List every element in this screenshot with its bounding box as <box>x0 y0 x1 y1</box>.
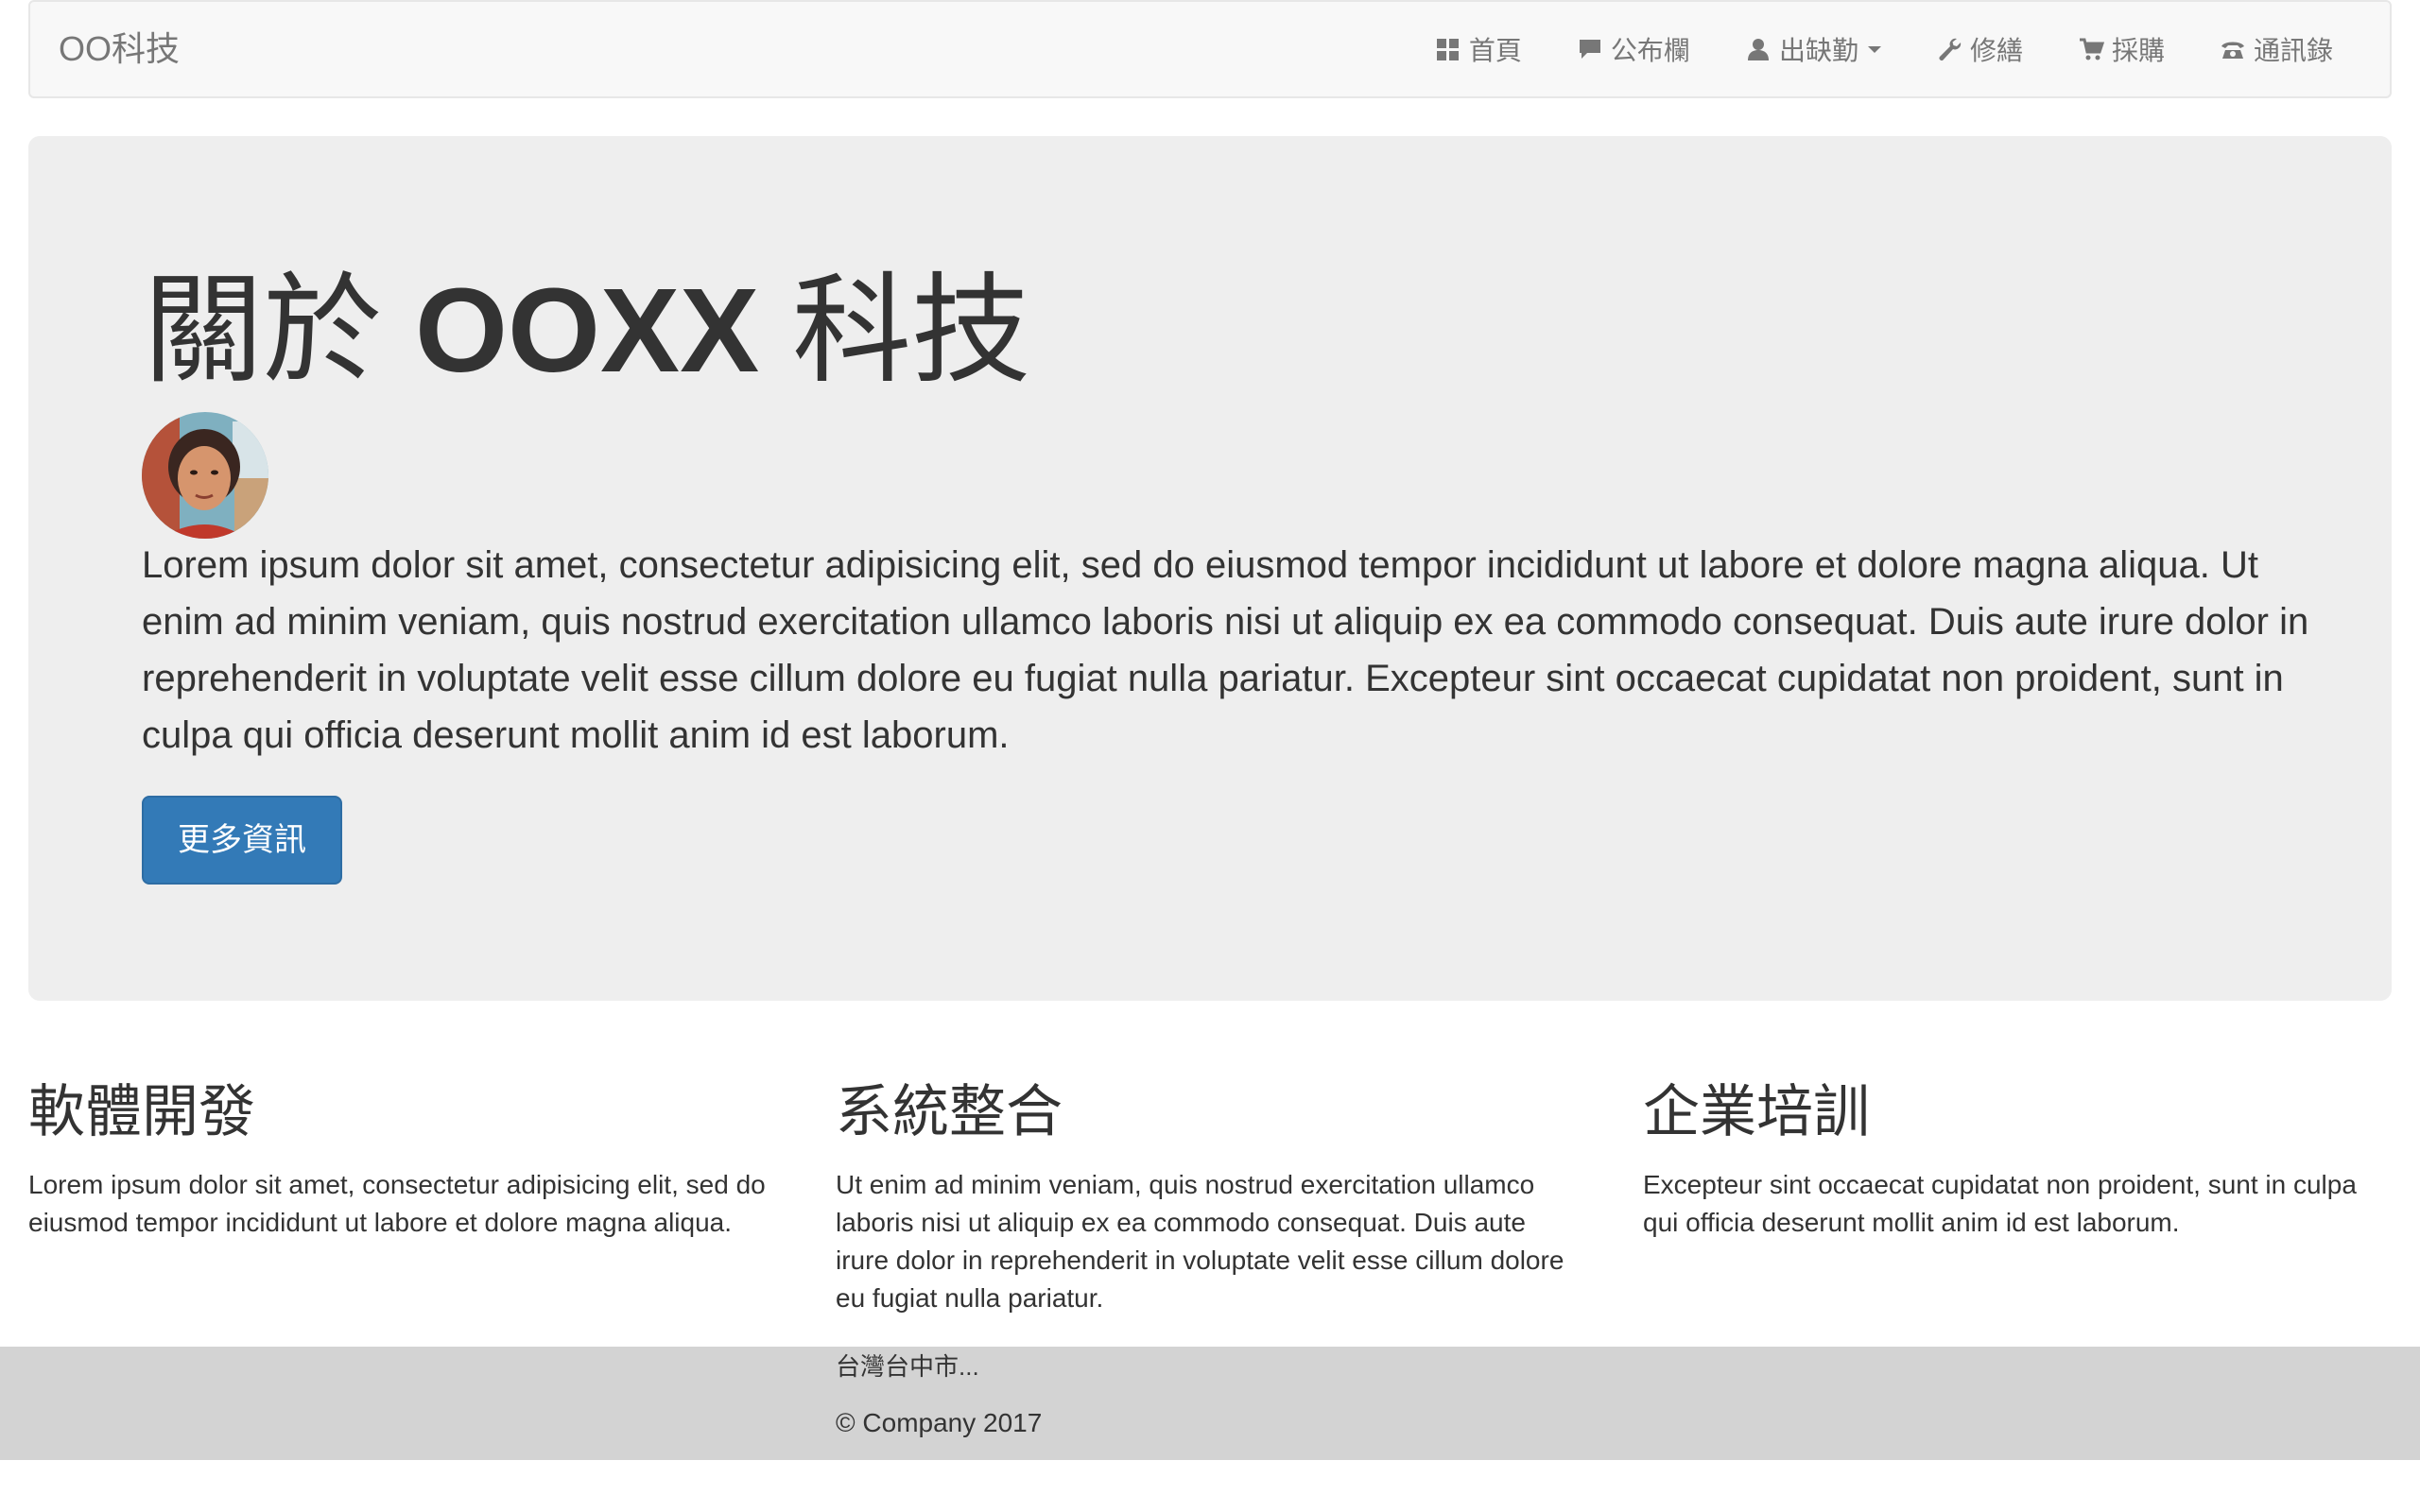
nav-item-repair[interactable]: 修繕 <box>1936 30 2023 68</box>
feature-title: 系統整合 <box>836 1080 1063 1143</box>
shopping-cart-icon <box>2079 38 2104 60</box>
hero-description: Lorem ipsum dolor sit amet, consectetur … <box>142 544 2309 756</box>
nav-item-contacts[interactable]: 通訊錄 <box>2220 30 2333 68</box>
nav-item-home[interactable]: 首頁 <box>1435 30 1522 68</box>
wrench-icon <box>1939 38 1962 60</box>
footer-copyright: © Company 2017 <box>836 1408 1043 1437</box>
feature-title: 企業培訓 <box>1643 1080 1870 1143</box>
hero-title-prefix: 關於 <box>144 264 416 397</box>
navbar-menu: 首頁 公布欄 出缺勤 修繕 採購 通訊錄 <box>1435 2 2333 96</box>
navbar-brand[interactable]: OO科技 <box>59 2 180 96</box>
phone-alt-icon <box>2221 42 2244 59</box>
th-large-icon <box>1436 39 1459 60</box>
comment-icon <box>1579 40 1600 59</box>
nav-item-label: 首頁 <box>1468 36 1522 65</box>
feature-title: 軟體開發 <box>28 1080 255 1143</box>
nav-item-label: 公布欄 <box>1610 36 1690 65</box>
hero-jumbotron: 關於 OOXX 科技 Lorem ipsum dolor sit amet, c… <box>28 136 2392 1001</box>
top-navbar: OO科技 首頁 公布欄 出缺勤 修繕 採購 通訊錄 <box>28 0 2392 98</box>
feature-text: Ut enim ad minim veniam, quis nostrud ex… <box>836 1170 1564 1313</box>
user-icon <box>1747 39 1769 60</box>
feature-column-training: 企業培訓 Excepteur sint occaecat cupidatat n… <box>1643 1081 2390 1242</box>
avatar <box>142 412 268 539</box>
hero-title-suffix: 科技 <box>759 264 1031 397</box>
nav-item-attendance[interactable]: 出缺勤 <box>1745 30 1881 68</box>
feature-text: Excepteur sint occaecat cupidatat non pr… <box>1643 1170 2357 1237</box>
nav-item-label: 出缺勤 <box>1778 36 1858 65</box>
footer <box>0 1347 2420 1460</box>
nav-item-label: 通訊錄 <box>2253 36 2333 65</box>
chevron-down-icon <box>1867 45 1881 53</box>
nav-item-label: 採購 <box>2111 36 2165 65</box>
feature-column-integration: 系統整合 Ut enim ad minim veniam, quis nostr… <box>836 1081 1582 1317</box>
avatar-photo <box>142 412 268 539</box>
nav-item-purchase[interactable]: 採購 <box>2078 30 2165 68</box>
hero-title-company: OOXX <box>415 264 760 397</box>
footer-address: 台灣台中市... <box>836 1352 979 1381</box>
hero-title: 關於 OOXX 科技 <box>144 259 1030 402</box>
nav-item-bulletin[interactable]: 公布欄 <box>1577 30 1690 68</box>
feature-text: Lorem ipsum dolor sit amet, consectetur … <box>28 1170 766 1237</box>
feature-column-software: 軟體開發 Lorem ipsum dolor sit amet, consect… <box>28 1081 775 1242</box>
more-info-button[interactable]: 更多資訊 <box>142 796 342 885</box>
nav-item-label: 修繕 <box>1969 36 2023 65</box>
